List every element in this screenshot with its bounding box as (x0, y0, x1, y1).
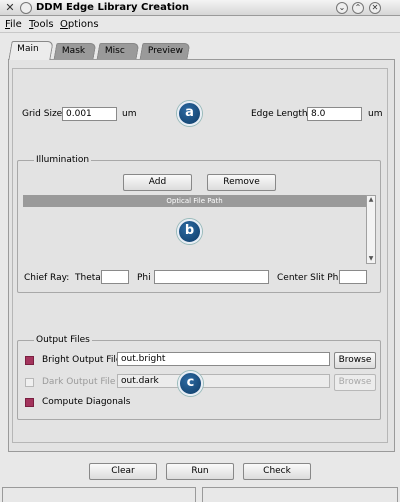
compute-diagonals-label: Compute Diagonals (42, 397, 131, 407)
tab-bar: Main Mask Misc Preview (0, 40, 400, 60)
grid-size-label: Grid Size (22, 109, 63, 119)
scroll-down-arrow-icon[interactable]: ▼ (367, 255, 375, 263)
clear-button[interactable]: Clear (89, 463, 157, 480)
tab-preview-label: Preview (147, 46, 183, 56)
menu-file[interactable]: File (5, 18, 22, 31)
dark-output-label: Dark Output File (42, 377, 116, 387)
menu-options-rest: ptions (67, 19, 99, 30)
illumination-group-title: Illumination (34, 155, 92, 165)
optical-file-list-scrollbar[interactable]: ▲ ▼ (366, 195, 376, 264)
compute-diagonals-checkbox[interactable] (25, 398, 34, 407)
dark-output-checkbox[interactable] (25, 378, 34, 387)
bright-output-label: Bright Output File (42, 355, 122, 365)
bright-browse-button[interactable]: Browse (334, 352, 376, 369)
edge-length-unit: um (368, 109, 383, 119)
tab-misc[interactable]: Misc (96, 43, 140, 59)
output-files-group-title: Output Files (34, 335, 92, 345)
tab-misc-label: Misc (104, 46, 125, 56)
menu-file-rest: ile (10, 19, 22, 30)
grid-size-unit: um (122, 109, 137, 119)
center-slit-phi-input[interactable] (339, 270, 367, 284)
center-slit-phi-label: Center Slit Phi (277, 273, 341, 283)
shade-button[interactable] (20, 2, 32, 14)
add-button[interactable]: Add (123, 174, 192, 191)
status-bar-left (2, 487, 196, 502)
edge-length-label: Edge Length (251, 109, 308, 119)
minimize-button[interactable]: ⌄ (336, 2, 348, 14)
menu-bar: File Tools Options (0, 16, 400, 33)
bright-output-checkbox[interactable] (25, 356, 34, 365)
tab-main-label: Main (17, 44, 39, 54)
dark-browse-button[interactable]: Browse (334, 374, 376, 391)
close-button[interactable]: ✕ (369, 2, 381, 14)
tab-main[interactable]: Main (8, 41, 54, 60)
remove-button[interactable]: Remove (207, 174, 276, 191)
theta-label: Theta (75, 273, 101, 283)
chief-ray-label: Chief Ray: (24, 273, 70, 283)
phi-input[interactable] (154, 270, 269, 284)
theta-input[interactable] (101, 270, 129, 284)
tab-mask[interactable]: Mask (53, 43, 97, 59)
annotation-badge-a: a (177, 101, 202, 126)
edge-length-input[interactable]: 8.0 (307, 107, 362, 121)
menu-tools-rest: ools (33, 19, 54, 30)
menu-options[interactable]: Options (60, 18, 99, 31)
scroll-up-arrow-icon[interactable]: ▲ (367, 196, 375, 204)
phi-label: Phi (137, 273, 151, 283)
annotation-badge-b: b (177, 219, 202, 244)
title-bar: ✕ DDM Edge Library Creation ⌄ ⌃ ✕ (0, 0, 400, 16)
dark-output-input[interactable]: out.dark (117, 374, 330, 388)
annotation-badge-c: c (178, 371, 203, 396)
maximize-button[interactable]: ⌃ (352, 2, 364, 14)
menu-tools[interactable]: Tools (29, 18, 54, 31)
optical-file-path-column-header[interactable]: Optical File Path (23, 195, 366, 207)
check-button[interactable]: Check (243, 463, 311, 480)
window-menu-icon[interactable]: ✕ (3, 1, 17, 15)
run-button[interactable]: Run (166, 463, 234, 480)
menu-options-mnemonic: O (60, 19, 68, 30)
grid-size-input[interactable]: 0.001 (62, 107, 117, 121)
tab-preview[interactable]: Preview (139, 43, 191, 59)
status-bar-right (202, 487, 398, 502)
window-title: DDM Edge Library Creation (36, 2, 190, 13)
bright-output-input[interactable]: out.bright (117, 352, 330, 366)
tab-mask-label: Mask (61, 46, 86, 56)
